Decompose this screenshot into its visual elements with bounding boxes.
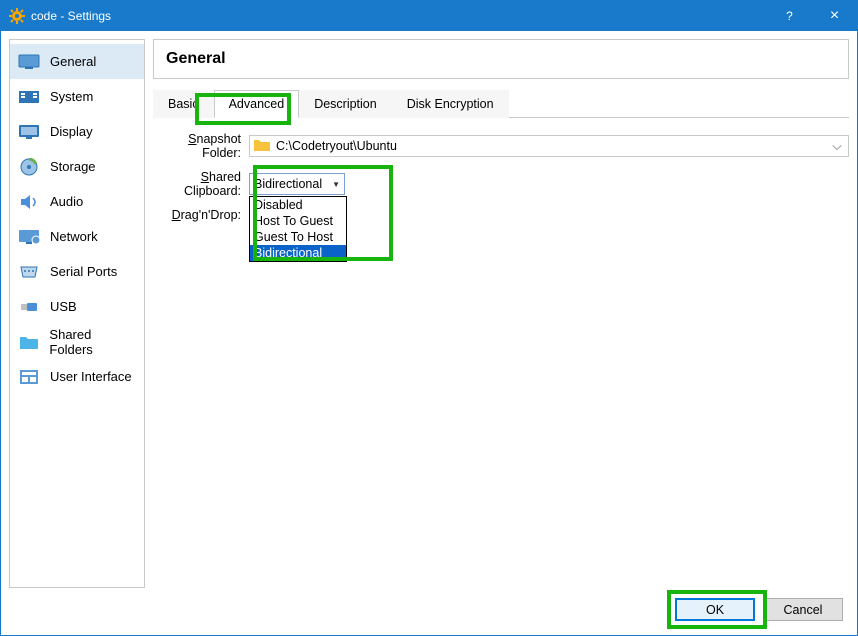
system-icon — [18, 87, 40, 107]
serial-icon — [18, 262, 40, 282]
shared-clipboard-label: Shared Clipboard: — [153, 170, 249, 198]
tab-disk-encryption[interactable]: Disk Encryption — [392, 90, 509, 118]
gear-icon — [9, 8, 25, 24]
folder-icon — [18, 332, 39, 352]
network-icon — [18, 227, 40, 247]
sidebar-item-audio[interactable]: Audio — [10, 184, 144, 219]
sidebar-item-shared-folders[interactable]: Shared Folders — [10, 324, 144, 359]
footer: OK Cancel — [9, 588, 849, 627]
sidebar-item-label: Display — [50, 124, 93, 139]
tab-bar: Basic Advanced Description Disk Encrypti… — [153, 89, 849, 118]
snapshot-folder-label: Snapshot Folder: — [153, 132, 249, 160]
tab-advanced[interactable]: Advanced — [214, 90, 300, 118]
form-area: Snapshot Folder: C:\Codetryout\Ubuntu ⌵ … — [153, 118, 849, 232]
sidebar-item-label: General — [50, 54, 96, 69]
tab-description[interactable]: Description — [299, 90, 392, 118]
snapshot-folder-input[interactable]: C:\Codetryout\Ubuntu ⌵ — [249, 135, 849, 157]
triangle-down-icon: ▼ — [332, 180, 340, 189]
help-button[interactable]: ? — [767, 1, 812, 31]
sidebar-item-label: Serial Ports — [50, 264, 117, 279]
sidebar-item-general[interactable]: General — [10, 44, 144, 79]
sidebar-item-label: USB — [50, 299, 77, 314]
shared-clipboard-dropdown: Disabled Host To Guest Guest To Host Bid… — [249, 196, 347, 262]
sidebar-item-label: Shared Folders — [49, 327, 136, 357]
cancel-button[interactable]: Cancel — [763, 598, 843, 621]
folder-icon — [254, 139, 270, 153]
general-icon — [18, 52, 40, 72]
sidebar-item-serial-ports[interactable]: Serial Ports — [10, 254, 144, 289]
drag-n-drop-label: Drag'n'Drop: — [153, 208, 249, 222]
display-icon — [18, 122, 40, 142]
titlebar: code - Settings ? × — [1, 1, 857, 31]
sidebar-item-system[interactable]: System — [10, 79, 144, 114]
chevron-down-icon[interactable]: ⌵ — [830, 139, 844, 154]
audio-icon — [18, 192, 40, 212]
sidebar-item-network[interactable]: Network — [10, 219, 144, 254]
sidebar-item-label: User Interface — [50, 369, 132, 384]
sidebar-item-user-interface[interactable]: User Interface — [10, 359, 144, 394]
usb-icon — [18, 297, 40, 317]
snapshot-folder-value: C:\Codetryout\Ubuntu — [276, 139, 830, 153]
content-panel: General Basic Advanced Description Disk … — [153, 39, 849, 588]
content-header: General — [153, 39, 849, 79]
close-button[interactable]: × — [812, 1, 857, 31]
sidebar-item-storage[interactable]: Storage — [10, 149, 144, 184]
shared-clipboard-combo[interactable]: Bidirectional ▼ Disabled Host To Guest G… — [249, 173, 345, 195]
ui-icon — [18, 367, 40, 387]
sidebar-item-label: Storage — [50, 159, 96, 174]
clipboard-option-guest-to-host[interactable]: Guest To Host — [250, 229, 346, 245]
window-title: code - Settings — [31, 9, 767, 23]
clipboard-option-bidirectional[interactable]: Bidirectional — [250, 245, 346, 261]
sidebar-item-display[interactable]: Display — [10, 114, 144, 149]
sidebar-item-label: Audio — [50, 194, 83, 209]
page-title: General — [166, 50, 836, 68]
sidebar-item-label: Network — [50, 229, 98, 244]
storage-icon — [18, 157, 40, 177]
tab-basic[interactable]: Basic — [153, 90, 214, 118]
sidebar-item-label: System — [50, 89, 93, 104]
sidebar-item-usb[interactable]: USB — [10, 289, 144, 324]
sidebar: General System Display Storage Audio — [9, 39, 145, 588]
clipboard-option-host-to-guest[interactable]: Host To Guest — [250, 213, 346, 229]
clipboard-option-disabled[interactable]: Disabled — [250, 197, 346, 213]
ok-button[interactable]: OK — [675, 598, 755, 621]
settings-window: code - Settings ? × General System Displ… — [0, 0, 858, 636]
